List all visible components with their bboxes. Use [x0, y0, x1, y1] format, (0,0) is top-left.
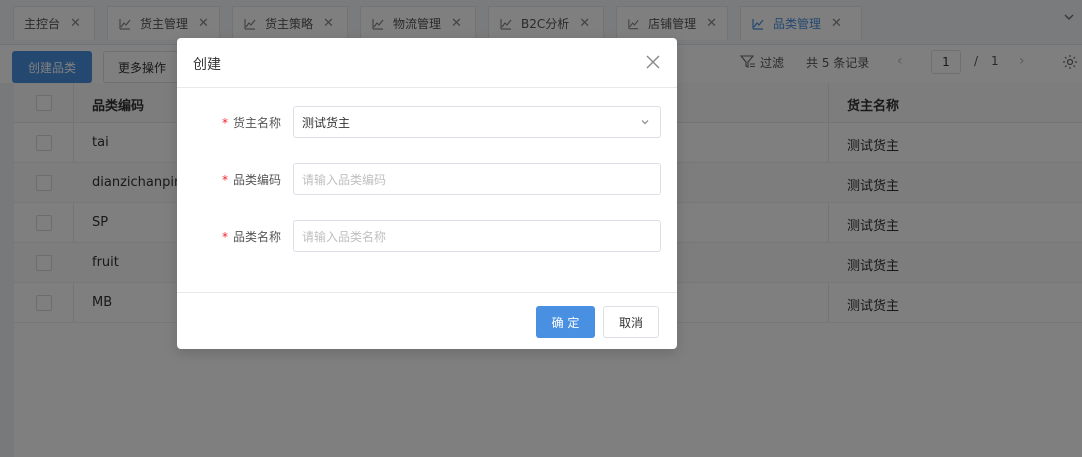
modal-header: 创建 [177, 38, 677, 88]
owner-select-value: 测试货主 [302, 115, 351, 130]
required-mark: * [221, 230, 228, 244]
form-label-code: * 品类编码 [221, 173, 281, 187]
chevron-down-icon [641, 120, 649, 125]
required-mark: * [221, 173, 228, 187]
modal-footer: 确 定 取消 [177, 292, 677, 349]
confirm-button[interactable]: 确 定 [536, 306, 595, 338]
category-code-input[interactable]: 请输入品类编码 [293, 163, 661, 195]
close-icon[interactable] [646, 55, 660, 69]
form-label-name: * 品类名称 [221, 230, 281, 244]
owner-select[interactable]: 测试货主 [293, 106, 661, 138]
form-label-owner: * 货主名称 [221, 116, 281, 130]
category-name-input[interactable]: 请输入品类名称 [293, 220, 661, 252]
create-modal: 创建 * 货主名称 测试货主 * 品类编码 请输入品类编码 * 品类名称 请输入品类名… [177, 38, 677, 349]
modal-title: 创建 [193, 57, 221, 73]
required-mark: * [221, 116, 228, 130]
cancel-button[interactable]: 取消 [603, 306, 659, 338]
